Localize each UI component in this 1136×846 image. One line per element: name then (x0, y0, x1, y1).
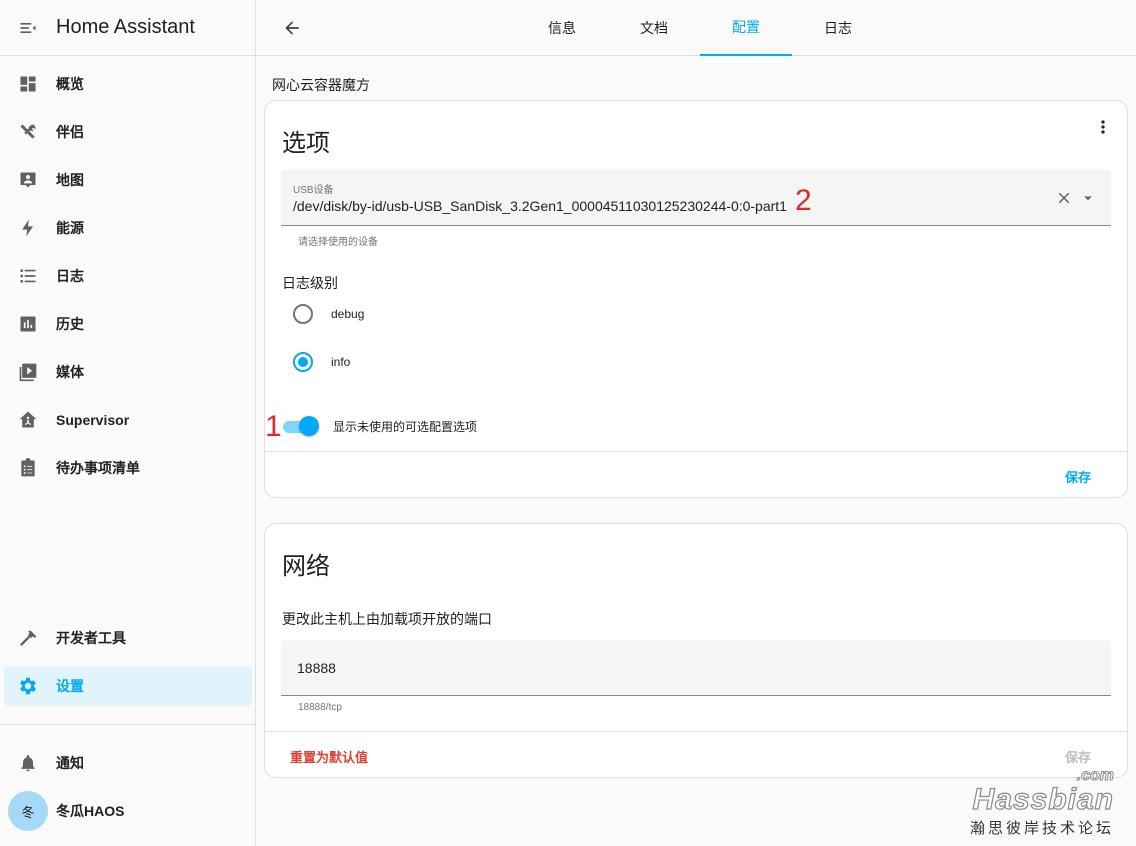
sidebar-divider (0, 724, 256, 725)
close-icon (1058, 192, 1070, 204)
sidebar-header: Home Assistant (0, 0, 255, 56)
sidebar-item-label: 待办事项清单 (56, 460, 140, 476)
tab-documentation[interactable]: 文档 (608, 0, 700, 56)
more-options-button[interactable] (1091, 115, 1115, 139)
map-icon (20, 172, 36, 188)
dashboard-icon (20, 76, 36, 92)
annotation-2: 2 (795, 184, 812, 217)
bell-icon (21, 755, 35, 772)
sidebar-item-label: 能源 (56, 220, 84, 236)
history-icon (20, 316, 36, 332)
sidebar-item-map[interactable]: 地图 (4, 160, 252, 200)
save-button[interactable]: 保存 (1065, 467, 1091, 486)
port-value: 18888 (297, 660, 336, 676)
user-name: 冬瓜HAOS (56, 803, 125, 819)
sidebar-item-label: 日志 (56, 268, 84, 284)
field-label: USB设备 (293, 185, 334, 196)
watermark-logo: Hassbian (972, 783, 1114, 816)
sidebar-item-label: Supervisor (56, 412, 130, 428)
network-card: 网络 更改此主机上由加载项开放的端口 18888 18888/tcp 重置为默认… (264, 523, 1128, 778)
sidebar-item-notifications[interactable]: 通知 (4, 743, 252, 783)
toggle-label: 显示未使用的可选配置选项 (333, 419, 478, 434)
reset-defaults-button[interactable]: 重置为默认值 (290, 747, 368, 766)
sidebar-item-label: 开发者工具 (56, 630, 126, 646)
log-level-label: 日志级别 (282, 275, 338, 291)
sidebar-item-label: 历史 (56, 316, 84, 332)
tab-configuration[interactable]: 配置 (700, 0, 792, 56)
sidebar-item-label: 媒体 (56, 364, 84, 380)
card-actions: 保存 (265, 451, 1127, 497)
logbook-icon (20, 269, 36, 283)
dropdown-button[interactable] (1079, 189, 1097, 212)
media-icon (19, 363, 37, 382)
tab-log[interactable]: 日志 (792, 0, 884, 56)
show-unused-options-toggle-row[interactable]: 显示未使用的可选配置选项 (281, 414, 477, 438)
tab-info[interactable]: 信息 (516, 0, 608, 56)
sidebar-item-label: 设置 (56, 678, 84, 694)
sidebar-item-energy[interactable]: 能源 (4, 208, 252, 248)
port-helper-text: 18888/tcp (298, 702, 342, 713)
watermark-subtitle: 瀚思彼岸技术论坛 (969, 820, 1114, 837)
radio-button[interactable] (293, 352, 313, 372)
gear-icon (20, 677, 36, 695)
port-input[interactable]: 18888 (281, 640, 1111, 696)
radio-button[interactable] (293, 304, 313, 324)
todo-icon (21, 458, 35, 477)
sidebar: Home Assistant 概览 伴侣 地图 能源 日志 历史 媒体 Supe… (0, 0, 256, 846)
network-description: 更改此主机上由加载项开放的端口 (282, 611, 492, 627)
radio-label: debug (331, 307, 365, 321)
supervisor-icon (19, 411, 37, 428)
card-title: 选项 (282, 130, 330, 157)
top-bar: 信息 文档 配置 日志 (256, 0, 1136, 56)
card-title: 网络 (282, 553, 330, 580)
radio-debug[interactable]: debug (293, 302, 364, 326)
clear-button[interactable] (1055, 189, 1073, 212)
radio-info[interactable]: info (293, 350, 350, 374)
menu-open-icon (20, 22, 36, 33)
usb-device-select[interactable]: USB设备 /dev/disk/by-id/usb-USB_SanDisk_3.… (281, 170, 1111, 226)
menu-toggle-button[interactable] (0, 0, 56, 56)
lightning-icon (22, 219, 33, 237)
arrow-left-icon (285, 21, 299, 35)
dots-vertical-icon (1101, 120, 1105, 134)
usb-helper-text: 请选择使用的设备 (298, 237, 378, 248)
sidebar-item-history[interactable]: 历史 (4, 304, 252, 344)
tools-icon (20, 124, 36, 139)
sidebar-item-label: 地图 (56, 172, 84, 188)
sidebar-item-settings[interactable]: 设置 (4, 666, 252, 706)
sidebar-item-user[interactable]: 冬 冬瓜HAOS (4, 791, 252, 831)
app-title: Home Assistant (56, 16, 195, 38)
avatar: 冬 (8, 791, 48, 831)
sidebar-item-label: 概览 (56, 76, 84, 92)
sidebar-item-label: 通知 (56, 755, 84, 771)
sidebar-item-media[interactable]: 媒体 (4, 352, 252, 392)
sidebar-item-overview[interactable]: 概览 (4, 64, 252, 104)
watermark: .com Hassbian 瀚思彼岸技术论坛 (969, 767, 1115, 838)
annotation-1: 1 (265, 410, 282, 443)
back-button[interactable] (276, 12, 308, 44)
field-value: /dev/disk/by-id/usb-USB_SanDisk_3.2Gen1_… (293, 198, 787, 214)
show-unused-options-toggle[interactable] (281, 416, 319, 436)
sidebar-item-todo[interactable]: 待办事项清单 (4, 448, 252, 488)
radio-label: info (331, 355, 351, 369)
save-button-disabled[interactable]: 保存 (1065, 747, 1091, 766)
options-card: 选项 USB设备 /dev/disk/by-id/usb-USB_SanDisk… (264, 100, 1128, 498)
sidebar-item-label: 伴侣 (56, 124, 84, 140)
sidebar-item-supervisor[interactable]: Supervisor (4, 400, 252, 440)
addon-name: 网心云容器魔方 (272, 77, 370, 93)
sidebar-item-logbook[interactable]: 日志 (4, 256, 252, 296)
sidebar-item-companion[interactable]: 伴侣 (4, 112, 252, 152)
caret-down-icon (1084, 196, 1092, 201)
hammer-icon (20, 630, 37, 646)
sidebar-item-developer-tools[interactable]: 开发者工具 (4, 618, 252, 658)
